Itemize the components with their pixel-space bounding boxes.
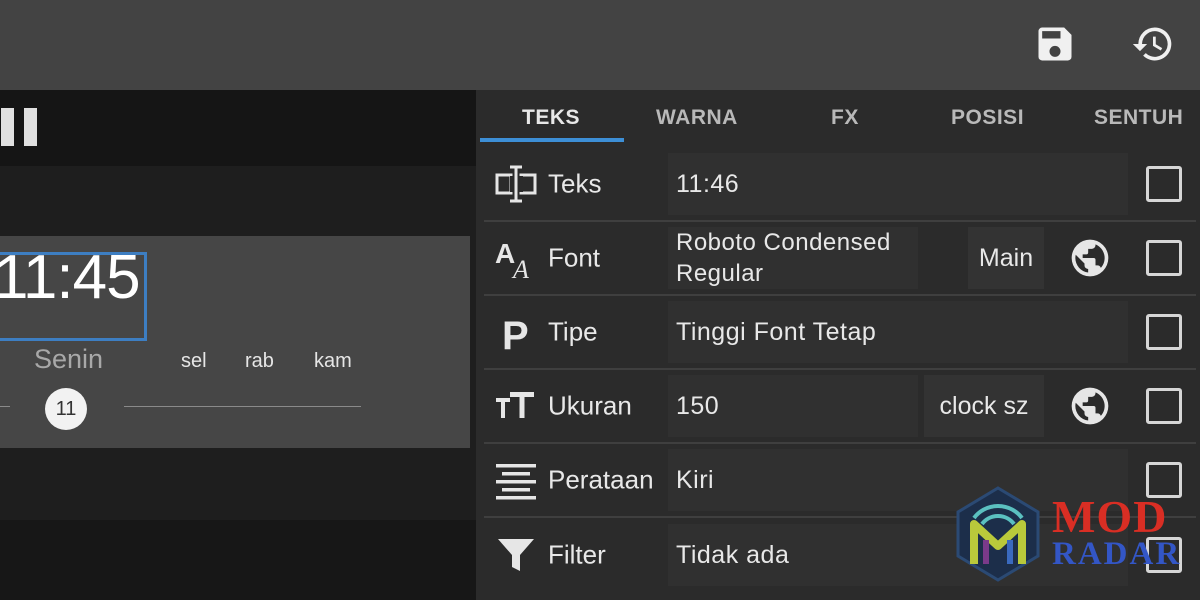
- top-toolbar: [0, 0, 1200, 90]
- row-label: Filter: [548, 539, 606, 570]
- preview-header: [0, 90, 476, 166]
- tab-sentuh[interactable]: SENTUH: [1094, 106, 1183, 130]
- watermark-logo: MOD RADAR: [950, 484, 1190, 584]
- clock-widget[interactable]: 11:45 Senin sel rab kam 11: [0, 236, 470, 448]
- font-checkbox[interactable]: [1146, 240, 1182, 276]
- divider-line: [0, 406, 10, 407]
- svg-text:P: P: [502, 314, 529, 354]
- p-type-icon: P: [494, 310, 538, 358]
- globe-icon[interactable]: [1068, 384, 1112, 428]
- setting-row-ukuran[interactable]: Ukuran 150 clock sz: [484, 370, 1196, 444]
- widget-preview: 11:45 Senin sel rab kam 11: [0, 90, 476, 600]
- font-group-button[interactable]: Main: [968, 227, 1044, 289]
- text-field-icon: [494, 162, 538, 206]
- active-tab-indicator: [480, 138, 624, 142]
- ukuran-checkbox[interactable]: [1146, 388, 1182, 424]
- tab-bar: TEKS WARNA FX POSISI SENTUH: [476, 90, 1200, 142]
- save-button[interactable]: [1031, 20, 1079, 68]
- row-label: Perataan: [548, 464, 654, 495]
- align-icon: [494, 458, 538, 502]
- font-icon: AA: [494, 236, 538, 284]
- pause-icon[interactable]: [0, 108, 40, 148]
- teks-checkbox[interactable]: [1146, 166, 1182, 202]
- tab-warna[interactable]: WARNA: [656, 106, 738, 130]
- weekday-label: kam: [314, 350, 352, 372]
- row-label: Tipe: [548, 316, 598, 347]
- history-button[interactable]: [1129, 20, 1177, 68]
- history-icon: [1132, 27, 1172, 61]
- weekday-label: rab: [245, 350, 274, 372]
- size-variable-button[interactable]: clock sz: [924, 375, 1044, 437]
- day-label: Senin: [34, 344, 104, 374]
- setting-row-font[interactable]: AA Font Roboto Condensed Regular Main: [484, 222, 1196, 296]
- globe-icon[interactable]: [1068, 236, 1112, 280]
- tab-fx[interactable]: FX: [831, 106, 859, 130]
- font-name-line2: Regular: [676, 260, 764, 287]
- size-value-field[interactable]: 150: [668, 375, 918, 437]
- watermark-text-radar: RADAR: [1052, 536, 1182, 572]
- text-value-field[interactable]: 11:46: [668, 153, 1128, 215]
- save-icon: [1038, 27, 1072, 61]
- font-name-line1: Roboto Condensed: [676, 229, 891, 256]
- setting-row-teks[interactable]: Teks 11:46: [484, 148, 1196, 222]
- tipe-checkbox[interactable]: [1146, 314, 1182, 350]
- row-label: Font: [548, 242, 601, 273]
- row-label: Teks: [548, 168, 602, 199]
- type-value-field[interactable]: Tinggi Font Tetap: [668, 301, 1128, 363]
- preview-footer: [0, 520, 476, 600]
- divider-line: [124, 406, 361, 407]
- setting-row-tipe[interactable]: P Tipe Tinggi Font Tetap: [484, 296, 1196, 370]
- tab-teks[interactable]: TEKS: [522, 106, 580, 130]
- svg-text:A: A: [511, 255, 529, 280]
- clock-time[interactable]: 11:45: [0, 242, 144, 313]
- weekday-label: sel: [181, 350, 207, 372]
- date-circle: 11: [45, 388, 87, 430]
- filter-icon: [494, 533, 538, 577]
- font-value-field[interactable]: Roboto Condensed Regular: [668, 227, 918, 289]
- row-label: Ukuran: [548, 390, 632, 421]
- watermark-emblem-icon: [956, 486, 1040, 582]
- tab-posisi[interactable]: POSISI: [951, 106, 1024, 130]
- text-size-icon: [494, 384, 538, 428]
